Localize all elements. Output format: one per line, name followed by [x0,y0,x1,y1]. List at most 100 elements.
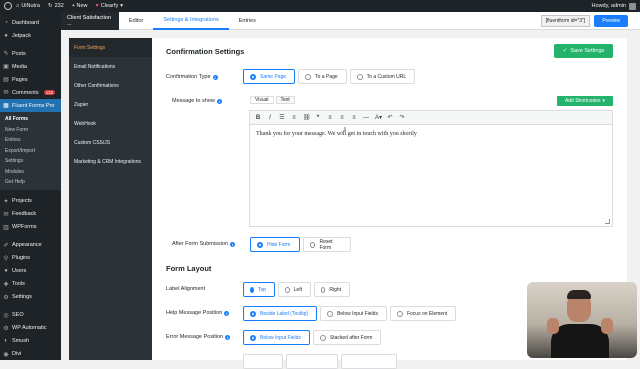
settings-nav-other-confirmations[interactable]: Other Confirmations [69,76,152,95]
clearfy-icon: ♥ [95,3,99,9]
pages-icon: ▤ [3,77,9,83]
tab-entries[interactable]: Entries [229,12,266,30]
chevron-down-icon: ▾ [120,3,123,9]
settings-icon: ⚙ [3,294,9,301]
pin-icon: ✎ [3,51,9,57]
sidebar-item-plugins[interactable]: ⚲ Plugins [0,252,61,265]
settings-nav-marketing-crm[interactable]: Marketing & CRM Integrations [69,152,152,171]
radio-dot [396,310,403,317]
radio-error-below-input[interactable]: Below Input Fields [243,330,310,345]
form-shortcode[interactable]: [fluentform id="3"] [540,14,591,27]
sidebar-item-comments[interactable]: ✉ Comments 132 [0,86,61,99]
updates-link[interactable]: ↻ 232 [44,0,68,12]
wordpress-logo-icon[interactable] [4,2,12,10]
radio-left[interactable]: Left [278,282,311,297]
tab-editor[interactable]: Editor [119,12,153,30]
dashboard-icon: ◔ [4,19,8,26]
message-editor[interactable]: B I ☰ ≡ ⛓ ❝ ≡ ≡ ≡ — A▾ ↶ ↷ Thank you for… [249,110,613,227]
sidebar-item-appearance[interactable]: ✐ Appearance [0,239,61,252]
radio-partial-option[interactable] [286,354,338,369]
help-icon[interactable]: i [216,98,222,104]
sidebar-item-wp-automatic[interactable]: ⚙ WP Automatic [0,322,61,335]
italic-icon[interactable]: I [267,115,273,121]
radio-focus-element[interactable]: Focus on Element [389,306,457,321]
updates-icon: ↻ [47,3,53,9]
sidebar-item-pages[interactable]: ▤ Pages [0,73,61,86]
new-content-link[interactable]: + New [68,0,92,12]
radio-custom-url[interactable]: To a Custom URL [349,69,416,84]
blockquote-icon[interactable]: ❝ [315,114,321,121]
site-name-link[interactable]: ⌂ UiNutra [12,0,44,12]
radio-dot [305,73,312,80]
sidebar-item-dashboard[interactable]: ◔ Dashboard [0,16,61,29]
message-to-show-label: Message to show i [172,98,222,104]
submenu-modules[interactable]: Modules [0,167,61,178]
sidebar-item-feedback[interactable]: ✉ Feedback [0,208,61,221]
submenu-entries[interactable]: Entries [0,135,61,146]
preview-button[interactable]: Preview [594,14,628,27]
align-right-icon[interactable]: ≡ [351,115,357,121]
submenu-get-help[interactable]: Get Help [0,177,61,188]
submenu-export-import[interactable]: Export/Import [0,146,61,157]
sidebar-item-divi[interactable]: ◉ Divi [0,348,61,361]
sidebar-item-wpforms[interactable]: ▥ WPForms [0,221,61,234]
help-icon[interactable]: i [225,334,231,340]
clearfy-link[interactable]: ♥ Clearfy ▾ [92,0,127,12]
undo-icon[interactable]: ↶ [387,114,393,121]
sidebar-item-jetpack[interactable]: ● Jetpack [0,29,61,42]
radio-partial-option[interactable] [243,354,283,369]
radio-top[interactable]: Top [243,282,275,297]
align-center-icon[interactable]: ≡ [339,115,345,121]
sidebar-item-settings[interactable]: ⚙ Settings [0,291,61,304]
radio-same-page[interactable]: Same Page [243,69,296,84]
radio-partial-option[interactable] [341,354,397,369]
radio-dot [310,241,316,248]
redo-icon[interactable]: ↷ [399,114,405,121]
radio-beside-label[interactable]: Beside Label (Tooltip) [243,306,318,321]
save-settings-button[interactable]: ✓ Save Settings [554,44,613,58]
radio-reset-form[interactable]: Reset Form [303,237,351,252]
radio-below-input[interactable]: Below Input Fields [320,306,387,321]
add-shortcodes-button[interactable]: Add Shortcodes ▾ [557,96,613,106]
settings-nav-email-notifications[interactable]: Email Notifications [69,57,152,76]
sidebar-item-users[interactable]: ● Users [0,265,61,278]
tab-settings-integrations[interactable]: Settings & Integrations [153,12,229,30]
submenu-all-forms[interactable]: All Forms [0,114,61,125]
sidebar-item-tools[interactable]: ✚ Tools [0,278,61,291]
horizontal-rule-icon[interactable]: — [363,115,369,121]
settings-nav-custom-css-js[interactable]: Custom CSS/JS [69,133,152,152]
sidebar-item-fluent-forms[interactable]: ▦ Fluent Forms Pro [0,99,61,112]
editor-content[interactable]: Thank you for your message. We will get … [250,125,612,143]
users-icon: ● [4,268,8,274]
settings-nav-zapier[interactable]: Zapier [69,95,152,114]
submenu-new-form[interactable]: New Form [0,125,61,136]
text-color-icon[interactable]: A▾ [375,114,382,121]
tab-text[interactable]: Text [275,96,295,104]
sidebar-item-seo[interactable]: ◎ SEO [0,309,61,322]
resize-handle-icon[interactable] [605,219,610,224]
help-icon[interactable]: i [212,74,218,80]
radio-right[interactable]: Right [314,282,350,297]
radio-hide-form[interactable]: Hide Form [250,237,300,252]
howdy-text[interactable]: Howdy, admin [592,3,626,9]
tab-visual[interactable]: Visual [250,96,274,104]
form-layout-title: Form Layout [166,264,212,273]
bold-icon[interactable]: B [255,115,261,121]
link-icon[interactable]: ⛓ [303,114,311,121]
sidebar-item-projects[interactable]: ✦ Projects [0,195,61,208]
sidebar-item-posts[interactable]: ✎ Posts [0,47,61,60]
confirmation-type-label: Confirmation Type i [166,74,218,80]
submenu-settings[interactable]: Settings [0,156,61,167]
settings-nav-webhook[interactable]: WebHook [69,114,152,133]
sidebar-item-media[interactable]: ▣ Media [0,60,61,73]
radio-to-a-page[interactable]: To a Page [298,69,347,84]
help-icon[interactable]: i [229,241,235,247]
radio-stacked-after-form[interactable]: Stacked after Form [312,330,382,345]
avatar[interactable] [629,2,636,10]
sidebar-item-smush[interactable]: ◐ Smush [0,335,61,348]
bullet-list-icon[interactable]: ☰ [279,114,285,121]
help-icon[interactable]: i [224,310,230,316]
settings-nav-form-settings[interactable]: Form Settings [69,38,152,57]
align-left-icon[interactable]: ≡ [327,115,333,121]
numbered-list-icon[interactable]: ≡ [291,115,297,121]
